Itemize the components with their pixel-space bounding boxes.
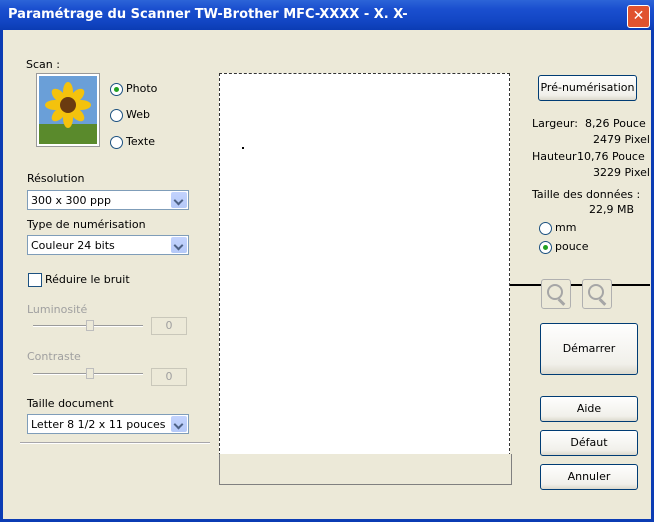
chevron-down-icon[interactable]: [171, 237, 187, 253]
width-pixel-value: 2479 Pixel: [593, 133, 650, 146]
noise-reduction-checkbox[interactable]: [28, 273, 42, 287]
data-size-label: Taille des données :: [532, 188, 641, 201]
scan-web-radio[interactable]: [110, 109, 123, 122]
title-bar: Paramétrage du Scanner TW-Brother MFC-XX…: [0, 0, 654, 30]
help-button[interactable]: Aide: [540, 396, 638, 422]
zoom-in-icon: [547, 284, 563, 300]
scan-type-value: Couleur 24 bits: [31, 239, 115, 252]
sunflower-photo-icon: [36, 73, 100, 147]
contrast-value: 0: [151, 368, 187, 386]
scan-photo-radio[interactable]: [110, 83, 123, 96]
chevron-down-icon[interactable]: [171, 192, 187, 208]
scan-text-label[interactable]: Texte: [126, 135, 155, 148]
noise-reduction-label[interactable]: Réduire le bruit: [45, 273, 130, 286]
preview-bottom-panel: [219, 454, 512, 485]
zoom-out-icon-handle: [598, 298, 607, 306]
zoom-out-button[interactable]: [582, 279, 612, 309]
preview-edge-line: [510, 284, 650, 286]
scan-photo-label[interactable]: Photo: [126, 82, 157, 95]
preview-dot: [242, 147, 244, 149]
brightness-label: Luminosité: [27, 303, 88, 316]
scan-label: Scan :: [26, 58, 60, 71]
height-pixel-value: 3229 Pixel: [593, 166, 650, 179]
close-button[interactable]: ✕: [627, 5, 650, 28]
preview-area[interactable]: [219, 73, 510, 456]
scan-text-radio[interactable]: [110, 136, 123, 149]
width-inch-value: 8,26 Pouce: [585, 117, 646, 130]
close-icon: ✕: [632, 8, 645, 24]
prescan-button[interactable]: Pré-numérisation: [538, 75, 637, 101]
resolution-label: Résolution: [27, 172, 85, 185]
unit-inch-label[interactable]: pouce: [555, 240, 589, 253]
resolution-value: 300 x 300 ppp: [31, 194, 111, 207]
default-button[interactable]: Défaut: [540, 430, 638, 456]
data-size-value: 22,9 MB: [589, 203, 635, 216]
cancel-button[interactable]: Annuler: [540, 464, 638, 490]
doc-size-select[interactable]: Letter 8 1/2 x 11 pouces (2: [27, 414, 189, 434]
zoom-in-button[interactable]: [541, 279, 571, 309]
unit-mm-radio[interactable]: [539, 222, 552, 235]
unit-mm-label[interactable]: mm: [555, 221, 576, 234]
zoom-in-icon-handle: [557, 298, 566, 306]
brightness-value: 0: [151, 317, 187, 335]
height-label: Hauteur: [532, 150, 577, 163]
width-label: Largeur:: [532, 117, 578, 130]
window-title: Paramétrage du Scanner TW-Brother MFC-XX…: [8, 7, 408, 22]
scan-type-label: Type de numérisation: [27, 218, 146, 231]
brightness-slider-thumb: [86, 320, 94, 331]
unit-inch-radio[interactable]: [539, 241, 552, 254]
chevron-down-icon[interactable]: [171, 416, 187, 432]
doc-size-label: Taille document: [27, 397, 114, 410]
window-frame-left: [0, 30, 3, 522]
scan-web-label[interactable]: Web: [126, 108, 150, 121]
zoom-out-icon: [588, 284, 604, 300]
contrast-slider-thumb: [86, 368, 94, 379]
left-panel-separator: [20, 442, 210, 444]
scan-type-select[interactable]: Couleur 24 bits: [27, 235, 189, 255]
contrast-label: Contraste: [27, 350, 81, 363]
resolution-select[interactable]: 300 x 300 ppp: [27, 190, 189, 210]
doc-size-value: Letter 8 1/2 x 11 pouces (2: [31, 418, 169, 431]
start-button[interactable]: Démarrer: [540, 323, 638, 375]
height-inch-value: 10,76 Pouce: [577, 150, 645, 163]
